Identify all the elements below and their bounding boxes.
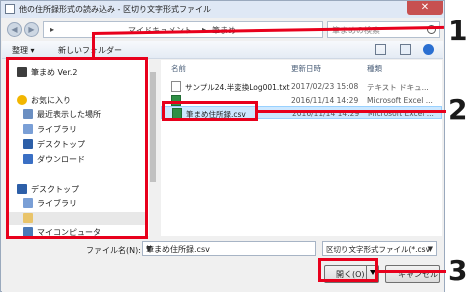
column-header-date[interactable]: 更新日時 [291, 63, 321, 77]
callout-line-2 [258, 110, 446, 113]
filetype-select[interactable]: 区切り文字形式ファイル(*.csv ▼ [322, 241, 437, 256]
filename-field[interactable]: 筆まめ住所録.csv ▼ [142, 241, 316, 256]
callout-line-1b [92, 32, 95, 59]
forward-button[interactable]: ▶ [24, 22, 39, 37]
column-header-type[interactable]: 種類 [367, 63, 382, 77]
scrollbar-thumb[interactable] [150, 72, 156, 182]
view-controls [375, 44, 437, 56]
callout-number-2: 2 [448, 93, 468, 126]
new-folder-button[interactable]: 新しいフォルダー [58, 45, 122, 56]
chevron-down-icon[interactable]: ▼ [428, 245, 433, 253]
dialog-icon [5, 4, 15, 14]
close-button[interactable]: ✕ [407, 1, 443, 15]
filename-label: ファイル名(N): [86, 246, 141, 255]
callout-number-3: 3 [448, 254, 468, 287]
title-bar: 他の住所録形式の読み込み - 区切り文字形式ファイル ✕ [1, 1, 444, 18]
file-row[interactable]: サンプル24.半変換Log001.txt 2017/02/23 15:08 テキ… [161, 80, 442, 93]
organize-button[interactable]: 整理 ▾ [12, 45, 35, 56]
text-file-icon [171, 81, 181, 92]
highlight-box-2 [162, 101, 258, 121]
callout-number-1: 1 [448, 14, 468, 47]
navigation-scrollbar[interactable] [149, 60, 157, 236]
filetype-value: 区切り文字形式ファイル(*.csv [326, 245, 431, 254]
preview-pane-icon[interactable] [400, 44, 411, 55]
view-options-icon[interactable] [375, 44, 386, 55]
highlight-box-1 [6, 57, 148, 239]
help-icon[interactable] [423, 44, 434, 55]
chevron-down-icon[interactable]: ▼ [146, 245, 312, 253]
column-header-name[interactable]: 名前 [171, 63, 186, 77]
folder-icon: ▸ [50, 25, 55, 34]
highlight-box-3 [318, 258, 378, 282]
callout-line-3 [378, 270, 446, 273]
file-list: 名前 更新日時 種類 サンプル24.半変換Log001.txt 2017/02/… [161, 60, 442, 236]
back-button[interactable]: ◀ [7, 22, 22, 37]
dialog-title: 他の住所録形式の読み込み - 区切り文字形式ファイル [19, 5, 211, 14]
cancel-button[interactable]: キャンセル [385, 265, 440, 283]
